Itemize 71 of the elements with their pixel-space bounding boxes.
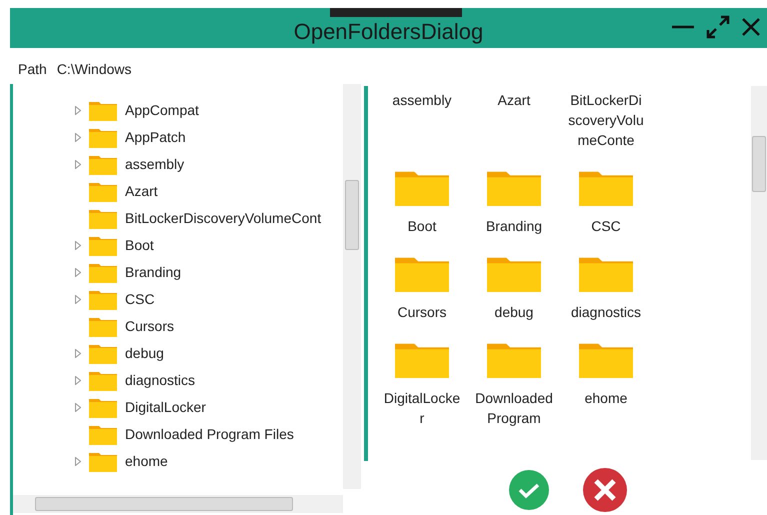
folder-icon: [579, 170, 633, 206]
expand-icon[interactable]: [75, 268, 81, 277]
expand-icon[interactable]: [75, 349, 81, 358]
folder-icon: [89, 154, 117, 174]
tree-item[interactable]: Cursors: [125, 316, 174, 337]
folder-name[interactable]: ehome: [567, 388, 645, 408]
folder-icon: [487, 170, 541, 206]
folder-icon: [89, 236, 117, 256]
folder-icon: [89, 452, 117, 472]
scrollbar-thumb[interactable]: [345, 180, 359, 250]
scrollbar-thumb[interactable]: [752, 136, 766, 192]
tree-item[interactable]: Downloaded Program Files: [125, 424, 294, 445]
folder-name[interactable]: Downloaded Program: [475, 388, 553, 428]
tree-item[interactable]: debug: [125, 343, 164, 364]
folder-icon: [487, 342, 541, 378]
window-title: OpenFoldersDialog: [294, 20, 484, 44]
folder-name[interactable]: CSC: [567, 216, 645, 236]
close-icon[interactable]: [741, 17, 761, 37]
expand-icon[interactable]: [75, 457, 81, 466]
expand-icon[interactable]: [75, 160, 81, 169]
folder-name[interactable]: DigitalLocker: [383, 388, 461, 428]
folder-icon: [395, 256, 449, 292]
tree-item[interactable]: CSC: [125, 289, 155, 310]
drag-handle[interactable]: [330, 8, 462, 17]
folder-name[interactable]: Azart: [475, 90, 553, 110]
tree-item[interactable]: Branding: [125, 262, 182, 283]
scrollbar-thumb[interactable]: [35, 497, 293, 511]
folder-icon: [579, 256, 633, 292]
folder-name[interactable]: Cursors: [383, 302, 461, 322]
folder-icon: [89, 290, 117, 310]
folder-icon: [487, 256, 541, 292]
expand-icon[interactable]: [75, 106, 81, 115]
folder-icon: [89, 344, 117, 364]
folder-icon: [395, 342, 449, 378]
folder-name[interactable]: debug: [475, 302, 553, 322]
expand-icon[interactable]: [75, 403, 81, 412]
cancel-button[interactable]: [583, 468, 627, 512]
ok-button[interactable]: [509, 470, 549, 510]
tree-item[interactable]: Azart: [125, 181, 158, 202]
folder-icon: [89, 100, 117, 120]
tree-item[interactable]: DigitalLocker: [125, 397, 206, 418]
folder-icon: [89, 128, 117, 148]
horizontal-scrollbar[interactable]: [13, 495, 343, 513]
tree-item[interactable]: Boot: [125, 235, 154, 256]
folder-icon: [89, 370, 117, 390]
expand-icon[interactable]: [75, 241, 81, 250]
folder-icon: [89, 424, 117, 444]
path-value: C:\Windows: [56, 60, 132, 79]
folder-name[interactable]: Boot: [383, 216, 461, 236]
folder-icon: [579, 342, 633, 378]
folder-icon: [89, 262, 117, 282]
tree-item[interactable]: AppCompat: [125, 100, 199, 121]
expand-icon[interactable]: [75, 295, 81, 304]
folder-icon: [89, 398, 117, 418]
maximize-icon[interactable]: [705, 14, 731, 40]
folder-name[interactable]: assembly: [383, 90, 461, 110]
expand-icon[interactable]: [75, 376, 81, 385]
folder-icon: [89, 208, 117, 228]
folder-name[interactable]: Branding: [475, 216, 553, 236]
path-label: Path: [18, 60, 47, 79]
tree-item[interactable]: ehome: [125, 451, 168, 472]
tree-item[interactable]: BitLockerDiscoveryVolumeCont: [125, 208, 322, 229]
tree-item[interactable]: assembly: [125, 154, 184, 175]
folder-icon: [395, 170, 449, 206]
folder-icon: [89, 316, 117, 336]
tree-item[interactable]: diagnostics: [125, 370, 196, 391]
folder-name[interactable]: diagnostics: [567, 302, 645, 322]
folder-icon: [89, 182, 117, 202]
tree-item[interactable]: AppPatch: [125, 127, 186, 148]
expand-icon[interactable]: [75, 133, 81, 142]
folder-name[interactable]: BitLockerDiscoveryVolumeConte: [567, 90, 645, 150]
